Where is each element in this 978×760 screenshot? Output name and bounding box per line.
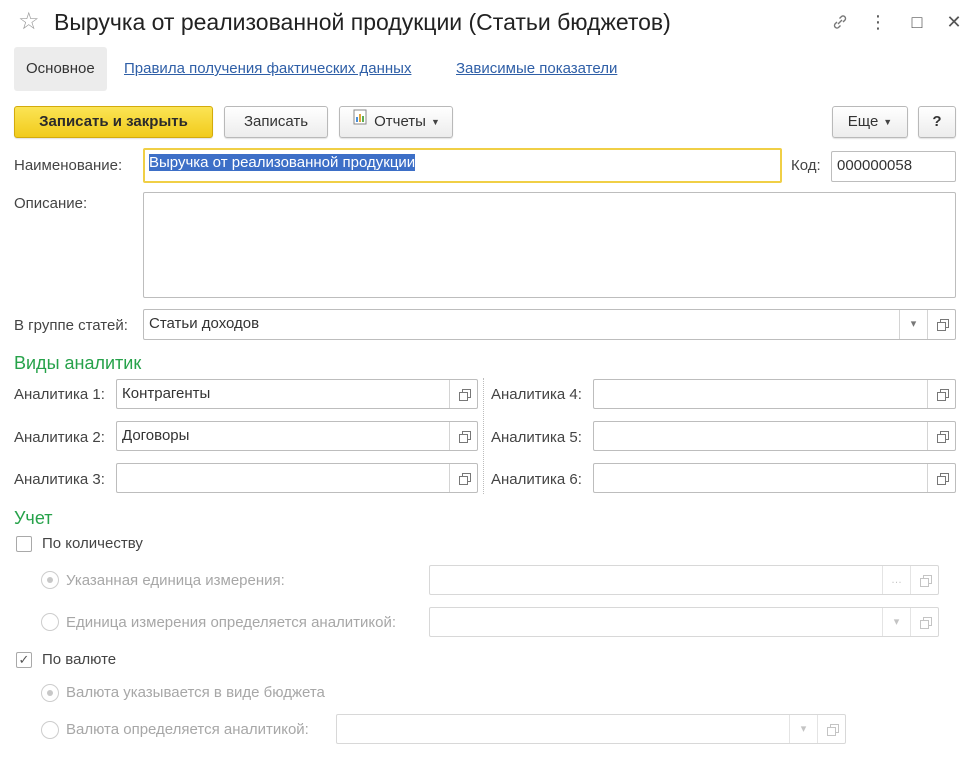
analytics-6-label: Аналитика 6: [491, 471, 582, 488]
open-icon[interactable] [910, 608, 938, 636]
checkmark-icon: ✓ [18, 652, 30, 667]
reports-button[interactable]: Отчеты ▼ [339, 106, 453, 138]
analytics-4-label: Аналитика 4: [491, 386, 582, 403]
group-select[interactable]: Статьи доходов ▾ [143, 309, 956, 340]
chevron-down-icon: ▼ [883, 117, 893, 128]
unit-specified-radio[interactable] [41, 571, 59, 589]
currency-budget-label: Валюта указывается в виде бюджета [66, 684, 325, 701]
open-icon[interactable] [817, 715, 845, 743]
tab-dependent-indicators[interactable]: Зависимые показатели [456, 47, 617, 91]
open-icon[interactable] [927, 422, 955, 450]
close-icon[interactable]: ✕ [940, 8, 968, 36]
currency-analytics-radio[interactable] [41, 721, 59, 739]
open-icon[interactable] [927, 380, 955, 408]
code-input[interactable]: 000000058 [831, 151, 956, 182]
name-input[interactable]: Выручка от реализованной продукции [143, 148, 782, 183]
open-icon[interactable] [927, 310, 955, 339]
analytics-2-input[interactable]: Договоры [116, 421, 478, 451]
more-button[interactable]: Еще ▼ [832, 106, 908, 138]
by-currency-label: По валюте [42, 651, 117, 668]
unit-by-analytics-label: Единица измерения определяется аналитико… [66, 614, 397, 631]
by-currency-checkbox[interactable]: ✓ [16, 652, 32, 668]
accounting-section-title: Учет [14, 508, 53, 528]
dropdown-arrow-icon[interactable]: ▾ [899, 310, 927, 339]
description-textarea[interactable] [143, 192, 956, 298]
link-icon[interactable] [826, 8, 854, 36]
currency-analytics-select[interactable]: ▾ [336, 714, 846, 744]
save-and-close-button[interactable]: Записать и закрыть [14, 106, 213, 138]
open-icon[interactable] [449, 380, 477, 408]
analytics-4-input[interactable] [593, 379, 956, 409]
open-icon[interactable] [449, 464, 477, 492]
by-quantity-checkbox[interactable] [16, 536, 32, 552]
analytics-2-value: Договоры [122, 427, 190, 444]
window-title: Выручка от реализованной продукции (Стат… [54, 9, 671, 35]
maximize-icon[interactable]: □ [903, 8, 931, 36]
more-label: Еще [847, 113, 879, 130]
open-icon[interactable] [910, 566, 938, 594]
dropdown-arrow-icon[interactable]: ▾ [882, 608, 910, 636]
group-value: Статьи доходов [149, 315, 260, 332]
analytics-5-label: Аналитика 5: [491, 429, 582, 446]
column-separator [483, 378, 484, 494]
menu-icon[interactable]: ⋮ [864, 8, 892, 36]
unit-by-analytics-select[interactable]: ▾ [429, 607, 939, 637]
reports-label: Отчеты [374, 113, 426, 130]
name-label: Наименование: [14, 157, 123, 174]
analytics-1-value: Контрагенты [122, 385, 211, 402]
currency-budget-radio[interactable] [41, 684, 59, 702]
analytics-6-input[interactable] [593, 463, 956, 493]
analytics-1-label: Аналитика 1: [14, 386, 105, 403]
unit-specified-label: Указанная единица измерения: [66, 572, 285, 589]
ellipsis-icon[interactable]: … [882, 566, 910, 594]
analytics-3-label: Аналитика 3: [14, 471, 105, 488]
chevron-down-icon: ▼ [430, 117, 440, 128]
help-button[interactable]: ? [918, 106, 956, 138]
dropdown-arrow-icon[interactable]: ▾ [789, 715, 817, 743]
group-label: В группе статей: [14, 317, 128, 334]
reports-icon [352, 107, 370, 137]
favorite-star-icon[interactable]: ☆ [18, 8, 40, 36]
by-quantity-label: По количеству [42, 535, 143, 552]
tab-main[interactable]: Основное [14, 47, 107, 91]
unit-specified-input[interactable]: … [429, 565, 939, 595]
analytics-2-label: Аналитика 2: [14, 429, 105, 446]
tab-actual-data-rules[interactable]: Правила получения фактических данных [124, 47, 411, 91]
description-label: Описание: [14, 195, 88, 212]
analytics-section-title: Виды аналитик [14, 353, 142, 373]
analytics-3-input[interactable] [116, 463, 478, 493]
open-icon[interactable] [927, 464, 955, 492]
analytics-5-input[interactable] [593, 421, 956, 451]
open-icon[interactable] [449, 422, 477, 450]
save-button[interactable]: Записать [224, 106, 328, 138]
analytics-1-input[interactable]: Контрагенты [116, 379, 478, 409]
code-label: Код: [791, 157, 821, 174]
name-value: Выручка от реализованной продукции [149, 154, 416, 171]
unit-by-analytics-radio[interactable] [41, 613, 59, 631]
currency-analytics-label: Валюта определяется аналитикой: [66, 721, 309, 738]
